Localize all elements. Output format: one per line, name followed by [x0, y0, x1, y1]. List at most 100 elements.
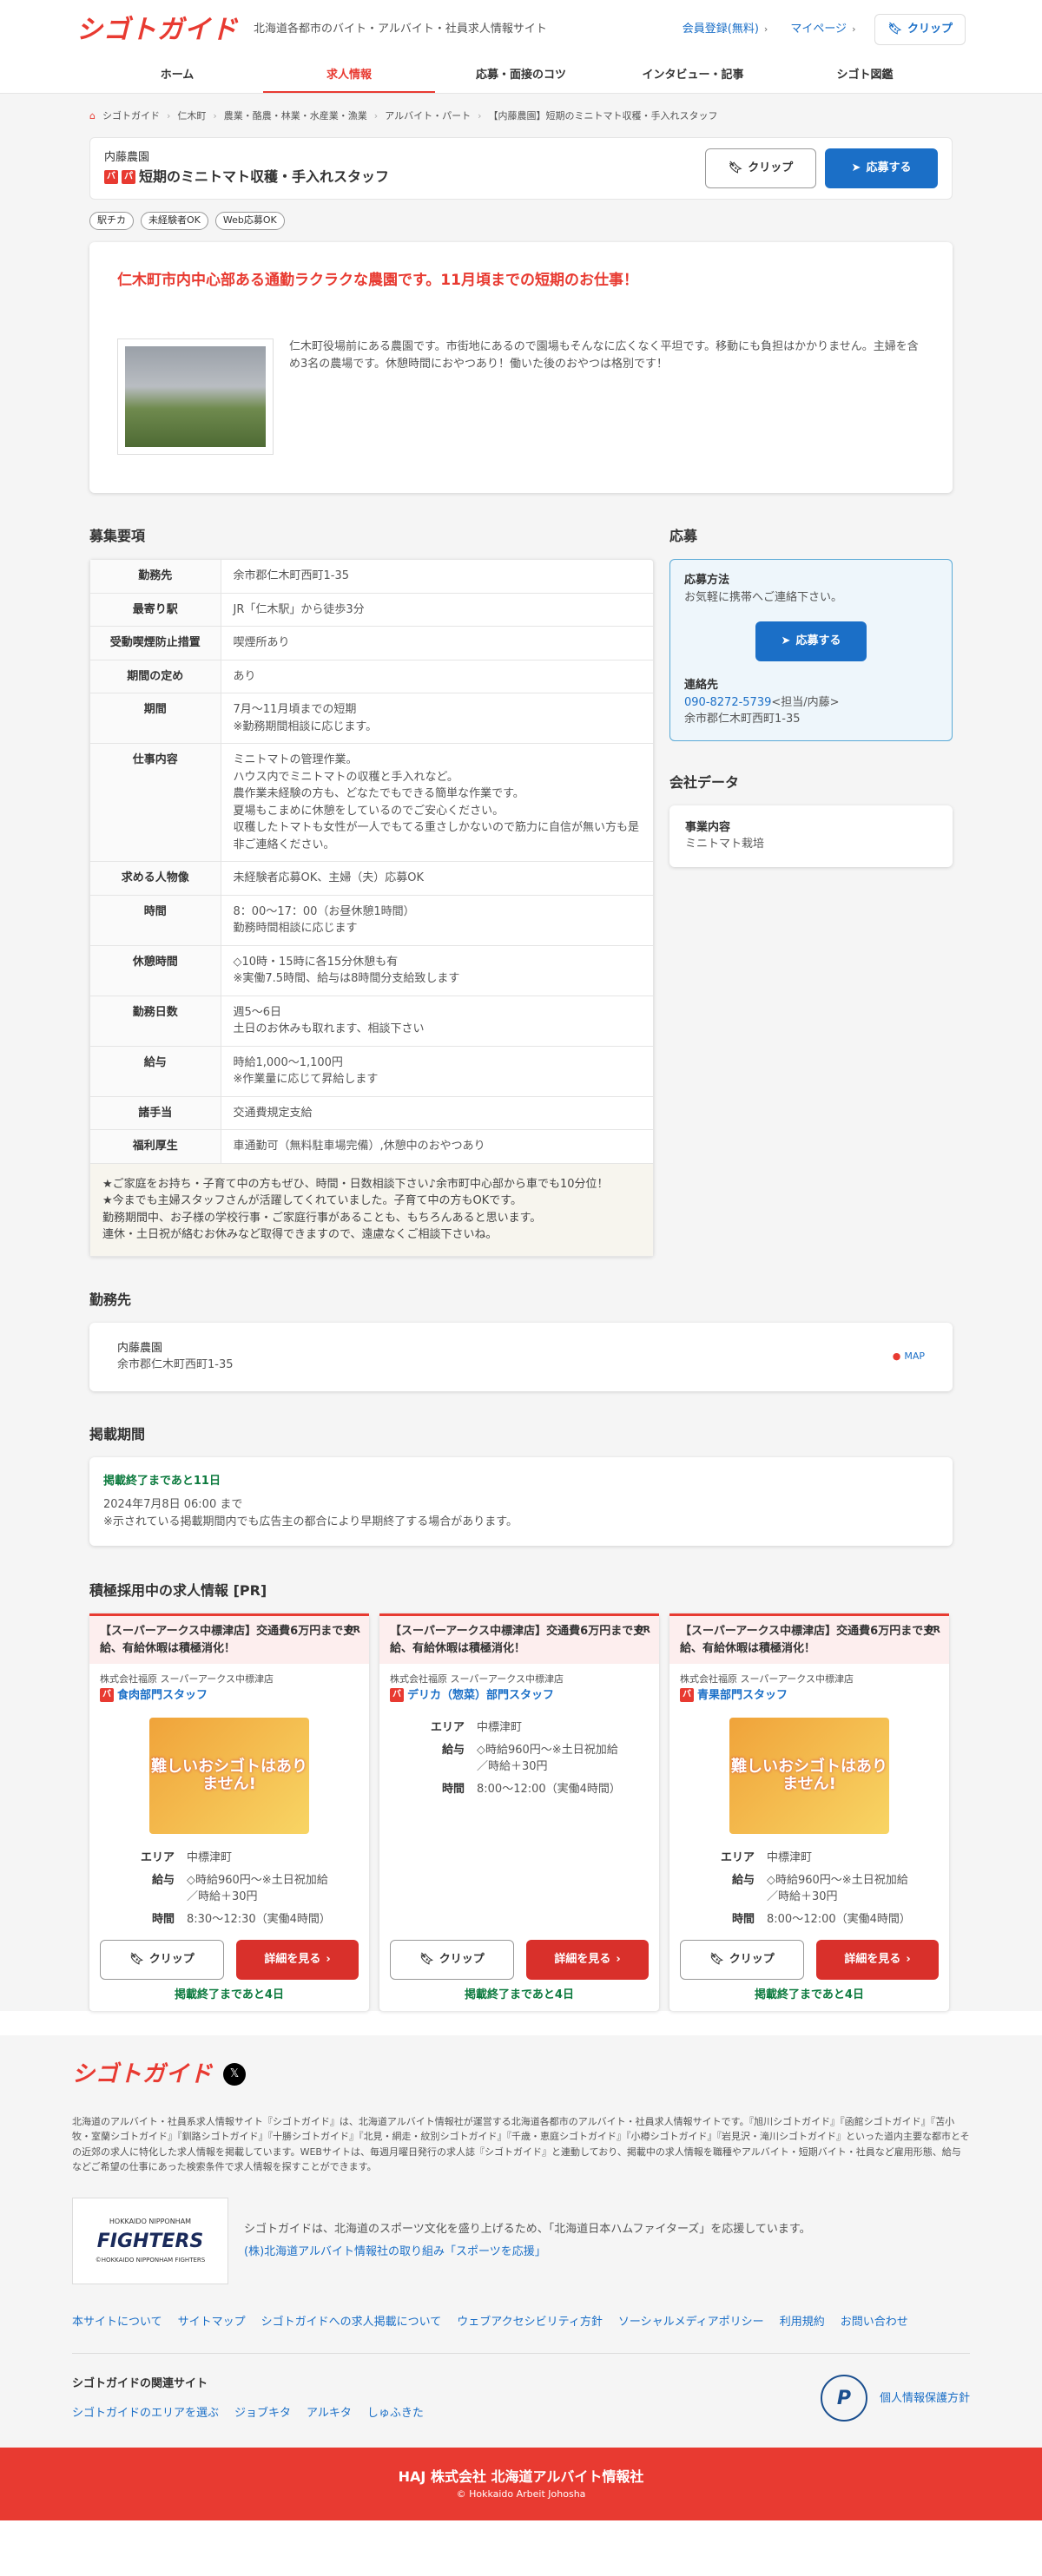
clip-button[interactable]: 🔖︎ クリップ	[705, 148, 816, 188]
pr-card-head: 【スーパーアークス中標津店】交通費6万円まで支給、有給休暇は積極消化！ PR	[669, 1613, 949, 1664]
nav-zukan[interactable]: シゴト図鑑	[779, 59, 951, 93]
requirement-row: 勤務先 余市郡仁木町西町1-35	[90, 560, 653, 594]
farm-image	[125, 346, 266, 447]
related-link[interactable]: ジョブキタ	[234, 2405, 291, 2422]
pr-card[interactable]: 【スーパーアークス中標津店】交通費6万円まで支給、有給休暇は積極消化！ PR 株式会…	[89, 1613, 369, 2011]
pr-detail-label: 詳細を見る	[554, 1953, 611, 1967]
pay-value: ◇時給960円〜※土日祝加給 ／時給＋30円	[187, 1873, 328, 1904]
sports-text: シゴトガイドは、北海道のスポーツ文化を盛り上げるため、「北海道日本ハムファイター…	[244, 2223, 811, 2237]
breadcrumb: ⌂ シゴトガイド › 仁木町 › 農業・酪農・林業・水産業・漁業 › アルバイト・パー…	[89, 104, 953, 128]
side-apply-label: 応募する	[795, 634, 841, 648]
related-links: シゴトガイドのエリアを選ぶ ジョブキタ アルキタ しゅふきた	[72, 2405, 424, 2422]
requirement-row: 諸手当 交通費規定支給	[90, 1096, 653, 1130]
tag-baito: バ	[680, 1688, 694, 1703]
map-link[interactable]: ● MAP	[893, 1350, 925, 1364]
tel-note: <担当/内藤>	[771, 695, 840, 709]
pr-card-image: 難しいおシゴトはありません!	[729, 1718, 889, 1834]
nav-tips[interactable]: 応募・面接のコツ	[435, 59, 607, 93]
area-value: 中標津町	[477, 1721, 523, 1734]
pr-card[interactable]: 【スーパーアークス中標津店】交通費6万円まで支給、有給休暇は積極消化！ PR 株式会…	[379, 1613, 659, 2011]
tel-link[interactable]: 090-8272-5739	[684, 696, 771, 709]
footer-link[interactable]: サイトマップ	[178, 2314, 246, 2331]
apply-title: 応募	[669, 528, 698, 544]
footer-link[interactable]: 利用規約	[780, 2314, 825, 2331]
pr-clip-button[interactable]: 🔖︎ クリップ	[100, 1940, 224, 1980]
requirement-key: 時間	[90, 895, 221, 946]
pr-card-headline: 【スーパーアークス中標津店】交通費6万円まで支給、有給休暇は積極消化！	[390, 1625, 645, 1655]
nav-interview[interactable]: インタビュー・記事	[607, 59, 779, 93]
privacy-link[interactable]: 個人情報保護方針	[880, 2390, 970, 2408]
mypage-link[interactable]: マイページ ›	[790, 21, 855, 38]
company-value: ミニトマト栽培	[685, 838, 765, 851]
footer-link[interactable]: ソーシャルメディアポリシー	[618, 2314, 764, 2331]
apply-label: 応募する	[866, 161, 912, 175]
pr-detail-button[interactable]: 詳細を見る ›	[816, 1940, 939, 1980]
main-area: ⌂ シゴトガイド › 仁木町 › 農業・酪農・林業・水産業・漁業 › アルバイト・パー…	[0, 94, 1042, 2011]
related-link[interactable]: アルキタ	[307, 2405, 352, 2422]
footer-link[interactable]: お問い合わせ	[841, 2314, 908, 2331]
pr-card-position[interactable]: バ青果部門スタッフ	[680, 1687, 939, 1705]
nav-home[interactable]: ホーム	[91, 59, 263, 93]
footer-link[interactable]: ウェブアクセシビリティ方針	[457, 2314, 603, 2331]
breadcrumb-category[interactable]: 農業・酪農・林業・水産業・漁業	[224, 109, 367, 124]
period-note: ※示されている掲載期間内でも広告主の都合により早期終了する場合があります。	[103, 1515, 518, 1528]
requirement-value: あり	[221, 660, 653, 693]
pr-clip-button[interactable]: 🔖︎ クリップ	[390, 1940, 514, 1980]
footer-logo[interactable]: シゴトガイド	[72, 2058, 213, 2092]
side-apply-button[interactable]: ➤ 応募する	[755, 621, 867, 661]
pr-card-position-label: デリカ（惣菜）部門スタッフ	[407, 1688, 555, 1702]
company-label: 事業内容	[685, 820, 731, 834]
fighters-logo-line2: FIGHTERS	[96, 2231, 204, 2253]
pr-title: 積極採用中の求人情報 [PR]	[89, 1582, 267, 1599]
fighters-logo-line1: HOKKAIDO NIPPONHAM	[109, 2218, 192, 2226]
apply-method-label: 応募方法	[684, 574, 730, 587]
time-value: 8:00〜12:00（実働4時間）	[477, 1782, 621, 1796]
pr-card-headline: 【スーパーアークス中標津店】交通費6万円まで支給、有給休暇は積極消化！	[680, 1625, 935, 1655]
breadcrumb-sep: ›	[478, 109, 482, 122]
register-label: 会員登録(無料)	[682, 23, 759, 36]
fighters-logo[interactable]: HOKKAIDO NIPPONHAM FIGHTERS ©HOKKAIDO NI…	[72, 2197, 228, 2284]
pr-card-company: 株式会社福原 スーパーアークス中標津店	[100, 1673, 274, 1685]
pr-card-position[interactable]: バ食肉部門スタッフ	[100, 1687, 359, 1705]
requirement-key: 福利厚生	[90, 1129, 221, 1164]
requirement-value: 喫煙所あり	[221, 626, 653, 660]
requirement-row: 時間 8：00〜17：00（お昼休憩1時間） 勤務時間相談に応じます	[90, 895, 653, 946]
chevron-right-icon: ›	[326, 1953, 331, 1967]
breadcrumb-sep: ›	[373, 109, 379, 122]
bookmark-icon: 🔖︎	[887, 23, 902, 36]
requirement-key: 勤務先	[90, 560, 221, 594]
breadcrumb-type[interactable]: アルバイト・パート	[385, 109, 471, 124]
footer-link[interactable]: シゴトガイドへの求人掲載について	[261, 2314, 442, 2331]
sports-link[interactable]: (株)北海道アルバイト情報社の取り組み「スポーツを応援」	[244, 2244, 811, 2261]
register-link[interactable]: 会員登録(無料) ›	[683, 21, 768, 38]
pr-detail-button[interactable]: 詳細を見る ›	[526, 1940, 649, 1980]
pr-badge: PR	[636, 1624, 650, 1635]
requirement-value: 8：00〜17：00（お昼休憩1時間） 勤務時間相談に応じます	[221, 895, 653, 946]
related-link[interactable]: シゴトガイドのエリアを選ぶ	[72, 2405, 219, 2422]
breadcrumb-home[interactable]: シゴトガイド	[102, 109, 160, 124]
pr-clip-button[interactable]: 🔖︎ クリップ	[680, 1940, 804, 1980]
site-logo[interactable]: シゴトガイド	[76, 10, 238, 49]
nav-jobs[interactable]: 求人情報	[263, 59, 435, 93]
farm-photo	[117, 338, 274, 455]
pr-card-position[interactable]: バデリカ（惣菜）部門スタッフ	[390, 1687, 649, 1705]
x-icon[interactable]: 𝕏	[223, 2063, 247, 2086]
requirement-key: 最寄り駅	[90, 593, 221, 627]
clip-label: クリップ	[748, 161, 794, 175]
pr-detail-button[interactable]: 詳細を見る ›	[236, 1940, 359, 1980]
footer-link[interactable]: 本サイトについて	[72, 2314, 162, 2331]
time-value: 8:30〜12:30（実働4時間）	[187, 1912, 331, 1926]
pr-card[interactable]: 【スーパーアークス中標津店】交通費6万円まで支給、有給休暇は積極消化！ PR 株式会…	[669, 1613, 949, 2011]
breadcrumb-area[interactable]: 仁木町	[177, 109, 206, 124]
area-value: 中標津町	[767, 1851, 813, 1864]
requirement-value: 交通費規定支給	[221, 1096, 653, 1130]
apply-button[interactable]: ➤ 応募する	[825, 148, 938, 188]
mypage-label: マイページ	[790, 23, 847, 36]
company-box: 事業内容 ミニトマト栽培	[669, 805, 953, 867]
related-link[interactable]: しゅふきた	[367, 2405, 424, 2422]
requirement-key: 勤務日数	[90, 996, 221, 1047]
chip-station: 駅チカ	[89, 212, 134, 230]
workplace-title: 勤務先	[89, 1291, 132, 1308]
header-clip-button[interactable]: 🔖︎ クリップ	[874, 14, 966, 45]
company-name: HAJ 株式会社 北海道アルバイト情報社	[398, 2468, 644, 2486]
